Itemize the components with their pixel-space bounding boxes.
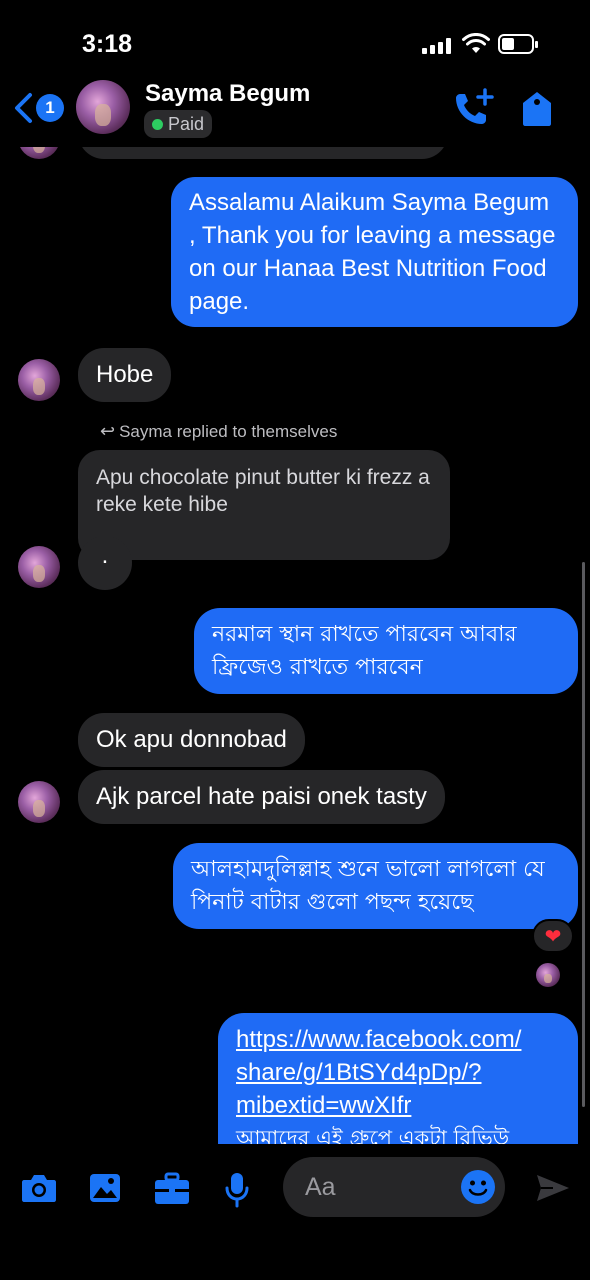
status-badge[interactable]: Paid xyxy=(144,110,213,138)
message-bubble-cut xyxy=(78,147,448,159)
message-bubble-incoming[interactable]: Hobe xyxy=(78,348,172,402)
reply-indicator: ↩ Sayma replied to themselves xyxy=(100,421,337,442)
avatar[interactable] xyxy=(76,80,130,134)
seen-avatar xyxy=(536,963,560,987)
avatar xyxy=(18,781,60,823)
signal-icon xyxy=(422,38,452,54)
avatar xyxy=(18,359,60,401)
message-input-placeholder: Aa xyxy=(305,1173,336,1201)
message-bubble-outgoing[interactable]: Assalamu Alaikum Sayma Begum , Thank you… xyxy=(171,177,578,327)
gallery-icon[interactable] xyxy=(88,1172,122,1204)
send-icon[interactable] xyxy=(535,1172,571,1204)
status-bar: 3:18 xyxy=(0,0,590,80)
message-list[interactable]: Assalamu Alaikum Sayma Begum , Thank you… xyxy=(0,147,590,1144)
wifi-icon xyxy=(462,33,490,53)
microphone-icon[interactable] xyxy=(224,1172,250,1208)
message-text: আমাদের এই গ্রুপে একটা রিভিউ xyxy=(236,1126,510,1144)
message-link[interactable]: mibextid=wwXIfr xyxy=(236,1089,560,1122)
camera-icon[interactable] xyxy=(20,1172,58,1204)
message-bubble-outgoing[interactable]: নরমাল স্থান রাখতে পারবেন আবার ফ্রিজেও রা… xyxy=(194,608,578,694)
heart-reaction-icon[interactable]: ❤ xyxy=(532,919,574,953)
quoted-message[interactable]: Apu chocolate pinut butter ki frezz a re… xyxy=(78,450,450,560)
message-bubble-incoming[interactable]: Ok apu donnobad xyxy=(78,713,305,767)
message-bubble-outgoing-link[interactable]: https://www.facebook.com/ share/g/1BtSYd… xyxy=(218,1013,578,1144)
contact-name[interactable]: Sayma Begum xyxy=(145,80,310,108)
message-link[interactable]: share/g/1BtSYd4pDp/? xyxy=(236,1056,560,1089)
add-call-icon[interactable] xyxy=(452,88,496,128)
reply-icon: ↩ xyxy=(100,421,116,441)
avatar xyxy=(18,147,60,159)
conversation-header: 1 Sayma Begum Paid xyxy=(0,72,590,147)
message-link[interactable]: https://www.facebook.com/ xyxy=(236,1023,560,1056)
status-time: 3:18 xyxy=(82,30,133,58)
avatar xyxy=(18,546,60,588)
scrollbar[interactable] xyxy=(582,562,585,1107)
tag-icon[interactable] xyxy=(520,90,554,128)
reply-label: Sayma replied to themselves xyxy=(119,422,338,441)
back-button[interactable]: 1 xyxy=(12,92,64,124)
unread-badge: 1 xyxy=(36,94,64,122)
message-input[interactable]: Aa xyxy=(283,1157,505,1217)
emoji-icon[interactable] xyxy=(460,1169,496,1205)
briefcase-icon[interactable] xyxy=(153,1172,191,1206)
message-bubble-incoming[interactable]: . xyxy=(78,536,132,590)
chevron-left-icon xyxy=(15,93,32,123)
message-bubble-outgoing[interactable]: আলহামদুলিল্লাহ শুনে ভালো লাগলো যে পিনাট … xyxy=(173,843,578,929)
battery-icon xyxy=(498,34,538,54)
message-bubble-incoming[interactable]: Ajk parcel hate paisi onek tasty xyxy=(78,770,445,824)
composer-bar: Aa xyxy=(0,1144,590,1280)
